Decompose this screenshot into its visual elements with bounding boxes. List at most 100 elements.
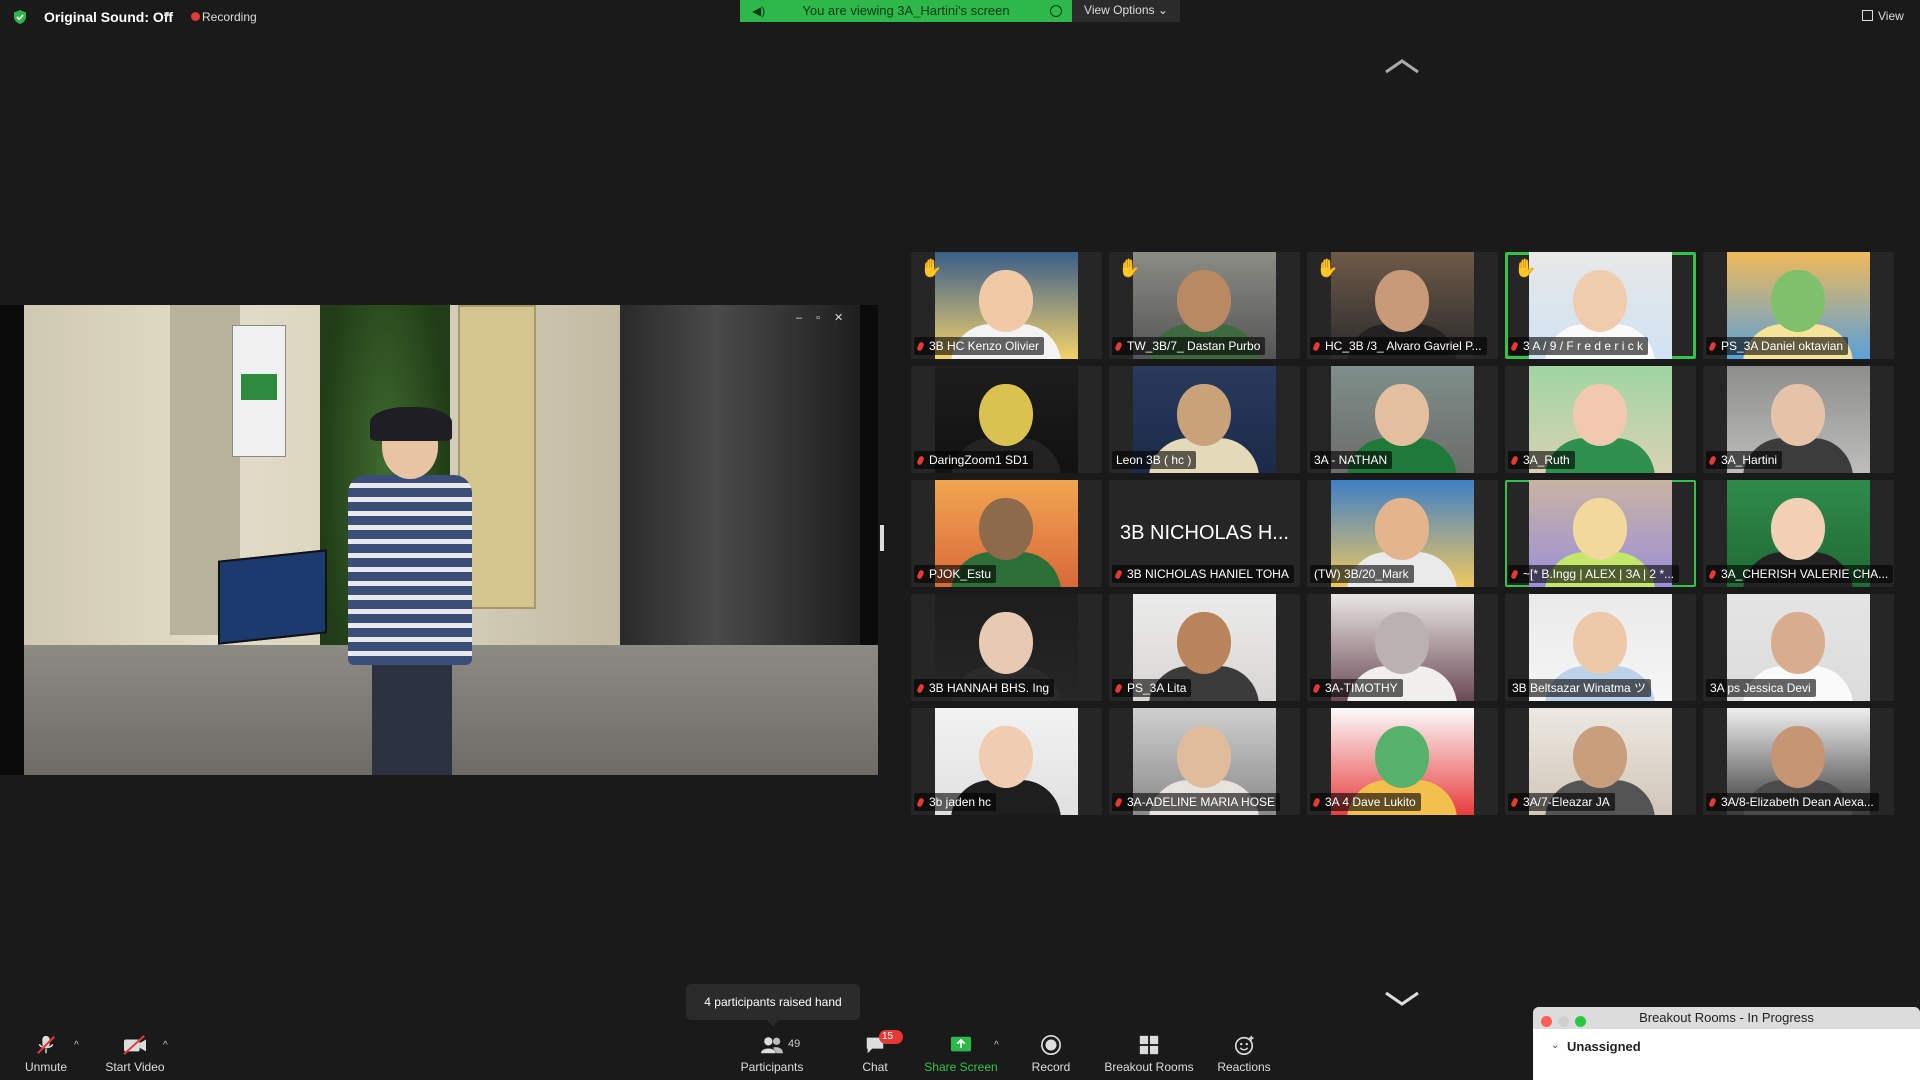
participant-name: PJOK_Estu (929, 567, 992, 581)
chat-label: Chat (862, 1060, 888, 1074)
reactions-icon (1234, 1035, 1254, 1055)
breakout-rooms-button[interactable]: Breakout Rooms (1100, 1026, 1198, 1080)
gallery-view: ✋ 3B HC Kenzo Olivier ✋ TW_3B/7_ Dastan Pur… (911, 252, 1896, 816)
zoom-window-icon[interactable] (1575, 1016, 1586, 1027)
participant-name-label: 3A-TIMOTHY (1310, 679, 1403, 697)
mic-muted-icon (1510, 341, 1519, 352)
view-button[interactable]: View (1862, 9, 1904, 23)
shared-video-presenter (330, 407, 490, 775)
participant-tile[interactable]: 3A_CHERISH VALERIE CHA... (1703, 480, 1894, 587)
participant-face (1375, 612, 1429, 674)
close-window-icon[interactable] (1541, 1016, 1552, 1027)
audio-options-caret[interactable]: ^ (74, 1040, 79, 1051)
mic-muted-icon (1510, 455, 1519, 466)
view-options-button[interactable]: View Options ⌄ (1072, 0, 1180, 22)
participant-name: 3B NICHOLAS HANIEL TOHA (1127, 567, 1289, 581)
chevron-up-icon[interactable] (1384, 58, 1420, 74)
participant-tile[interactable]: 3B Beltsazar Winatma ツ (1505, 594, 1696, 701)
record-button[interactable]: Record (1026, 1026, 1076, 1080)
reactions-label: Reactions (1217, 1060, 1271, 1074)
recording-status: Recording (202, 10, 257, 24)
mic-muted-icon (916, 455, 925, 466)
participant-tile[interactable]: Leon 3B ( hc ) (1109, 366, 1300, 473)
reactions-button[interactable]: Reactions (1214, 1026, 1274, 1080)
participant-tile[interactable]: ✋ 3B HC Kenzo Olivier (911, 252, 1102, 359)
participant-name-label: 3B NICHOLAS HANIEL TOHA (1112, 565, 1294, 583)
resize-handle[interactable] (880, 525, 884, 551)
participant-tile[interactable]: PS_3A Daniel oktavian (1703, 252, 1894, 359)
participant-name: Leon 3B ( hc ) (1116, 453, 1192, 467)
participant-name: 3B HANNAH BHS. Ing (929, 681, 1050, 695)
chevron-down-icon[interactable]: ⌄ (1551, 1040, 1559, 1051)
mic-muted-icon (1114, 683, 1123, 694)
participant-tile[interactable]: 3b jaden hc (911, 708, 1102, 815)
participants-count: 49 (788, 1038, 801, 1050)
participant-tile[interactable]: PJOK_Estu (911, 480, 1102, 587)
video-options-caret[interactable]: ^ (163, 1040, 168, 1051)
participant-name: DaringZoom1 SD1 (929, 453, 1029, 467)
participant-name-label: 3A/7-Eleazar JA (1508, 793, 1615, 811)
unmute-button[interactable]: Unmute (16, 1026, 76, 1080)
participant-tile[interactable]: ✋ HC_3B /3_ Alvaro Gavriel P... (1307, 252, 1498, 359)
participant-tile[interactable]: 3A-ADELINE MARIA HOSE (1109, 708, 1300, 815)
participant-tile[interactable]: 3A - NATHAN (1307, 366, 1498, 473)
participant-tile[interactable]: ✋ TW_3B/7_ Dastan Purbo (1109, 252, 1300, 359)
caret-down-icon[interactable]: ▾ (164, 8, 170, 21)
participant-face (979, 612, 1033, 674)
participants-icon (761, 1037, 783, 1054)
participant-tile[interactable]: 3B HANNAH BHS. Ing (911, 594, 1102, 701)
participant-tile[interactable]: PS_3A Lita (1109, 594, 1300, 701)
mic-muted-icon (1708, 569, 1717, 580)
start-video-button[interactable]: Start Video (100, 1026, 170, 1080)
participant-tile[interactable]: (TW) 3B/20_Mark (1307, 480, 1498, 587)
participant-face (979, 726, 1033, 788)
participant-tile[interactable]: DaringZoom1 SD1 (911, 366, 1102, 473)
participant-tile[interactable]: 3B NICHOLAS H... 3B NICHOLAS HANIEL TOHA (1109, 480, 1300, 587)
participant-name-label: HC_3B /3_ Alvaro Gavriel P... (1310, 337, 1487, 355)
mic-muted-icon (1312, 683, 1321, 694)
participant-tile[interactable]: 3A/7-Eleazar JA (1505, 708, 1696, 815)
raised-hand-tooltip: 4 participants raised hand (686, 984, 860, 1026)
participant-face (1573, 270, 1627, 332)
viewing-screen-label: You are viewing 3A_Hartini's screen (802, 3, 1010, 18)
participant-tile[interactable]: 3A 4 Dave Lukito (1307, 708, 1498, 815)
participant-name: 3b jaden hc (929, 795, 992, 809)
speaker-icon: ◀) (752, 4, 766, 18)
raised-hand-icon: ✋ (1316, 258, 1339, 278)
raised-hand-icon: ✋ (1118, 258, 1141, 278)
breakout-rooms-panel[interactable]: Breakout Rooms - In Progress ⌄ Unassigne… (1533, 1007, 1920, 1080)
participant-name-label: DaringZoom1 SD1 (914, 451, 1034, 469)
participant-name-label: 3A/8-Elizabeth Dean Alexa... (1706, 793, 1879, 811)
participant-name: 3A/7-Eleazar JA (1523, 795, 1610, 809)
participant-tile[interactable]: 3A ps Jessica Devi (1703, 594, 1894, 701)
participant-tile[interactable]: ✋ 3 A / 9 / F r e d e r i c k (1505, 252, 1696, 359)
participant-name-label: 3B Beltsazar Winatma ツ (1508, 679, 1652, 697)
mic-muted-icon (916, 683, 925, 694)
chevron-down-icon[interactable] (1384, 991, 1420, 1007)
mic-muted-icon (37, 1035, 55, 1054)
participant-name-label: (TW) 3B/20_Mark (1310, 565, 1414, 583)
participant-tile[interactable]: 3A_Ruth (1505, 366, 1696, 473)
participant-tile[interactable]: 3A/8-Elizabeth Dean Alexa... (1703, 708, 1894, 815)
video-off-icon (123, 1035, 146, 1055)
shared-video-sign (218, 549, 327, 645)
mic-muted-icon (1312, 797, 1321, 808)
participant-tile[interactable]: 3A_Hartini (1703, 366, 1894, 473)
breakout-panel-titlebar: Breakout Rooms - In Progress (1533, 1007, 1920, 1029)
minimize-window-icon[interactable] (1558, 1016, 1569, 1027)
participant-name: 3A-ADELINE MARIA HOSE (1127, 795, 1276, 809)
original-sound-toggle[interactable]: Original Sound: Off (44, 9, 173, 25)
participant-face (1771, 726, 1825, 788)
unassigned-section[interactable]: Unassigned (1567, 1039, 1641, 1054)
participant-name-label: 3B HC Kenzo Olivier (914, 337, 1045, 355)
participant-placeholder-name: 3B NICHOLAS H... (1120, 522, 1289, 544)
share-options-caret[interactable]: ^ (994, 1040, 999, 1051)
share-screen-button[interactable]: Share Screen (920, 1026, 1002, 1080)
shared-window-controls[interactable]: –▫✕ (796, 311, 857, 324)
participant-tile[interactable]: 3A-TIMOTHY (1307, 594, 1498, 701)
shared-video-poster (232, 325, 286, 457)
shield-icon[interactable] (12, 9, 28, 25)
participant-name-label: 3A_Hartini (1706, 451, 1783, 469)
participants-button[interactable]: Participants (734, 1026, 810, 1080)
participant-tile[interactable]: ~[* B.Ingg | ALEX | 3A | 2 *... (1505, 480, 1696, 587)
